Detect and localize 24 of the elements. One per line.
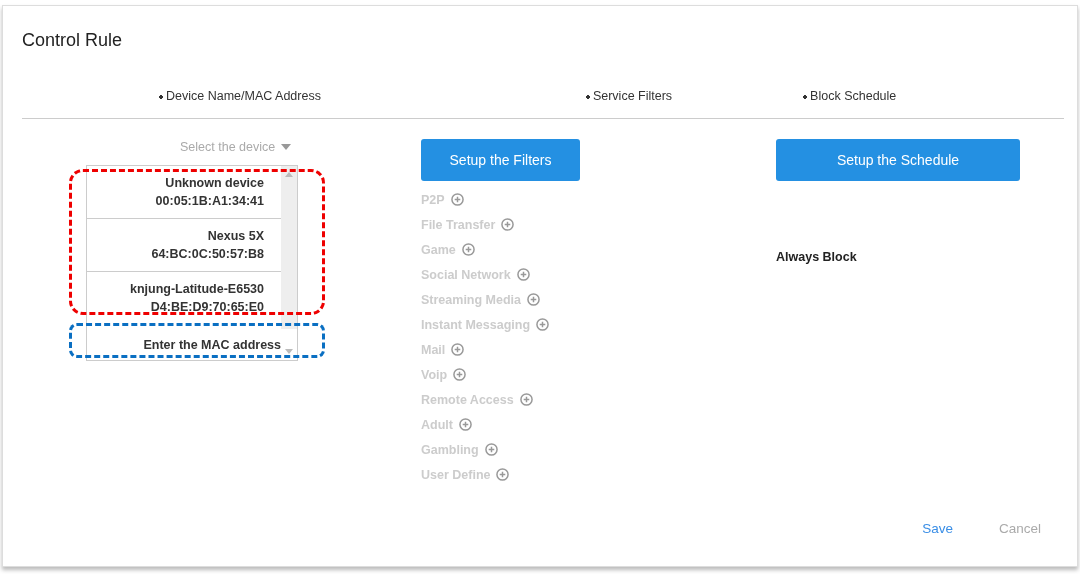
save-button[interactable]: Save: [922, 521, 953, 536]
scroll-down-icon[interactable]: [285, 349, 293, 354]
add-icon[interactable]: [501, 218, 515, 231]
caret-icon: [281, 144, 292, 150]
add-icon[interactable]: [484, 443, 498, 456]
device-item[interactable]: knjung-Latitude-E6530 D4:BE:D9:70:65:E0: [87, 272, 281, 324]
schedule-value: Always Block: [776, 250, 858, 264]
add-icon[interactable]: [527, 293, 541, 306]
add-icon[interactable]: [496, 468, 510, 481]
cancel-button[interactable]: Cancel: [998, 521, 1041, 536]
add-icon[interactable]: [458, 418, 472, 431]
add-icon[interactable]: [519, 393, 533, 406]
add-icon[interactable]: [451, 343, 465, 356]
device-dropdown[interactable]: Select the device: [180, 139, 320, 155]
scrollbar[interactable]: [281, 166, 297, 329]
add-icon[interactable]: [461, 243, 475, 256]
scroll-up-icon[interactable]: [285, 172, 293, 177]
setup-schedule-button[interactable]: Setup the Schedule: [776, 139, 1020, 181]
add-icon[interactable]: [516, 268, 530, 281]
setup-filters-button[interactable]: Setup the Filters: [421, 139, 580, 181]
add-icon[interactable]: [536, 318, 550, 331]
add-icon[interactable]: [450, 193, 464, 206]
dialog-title: Control Rule: [22, 29, 124, 52]
add-icon[interactable]: [453, 368, 467, 381]
